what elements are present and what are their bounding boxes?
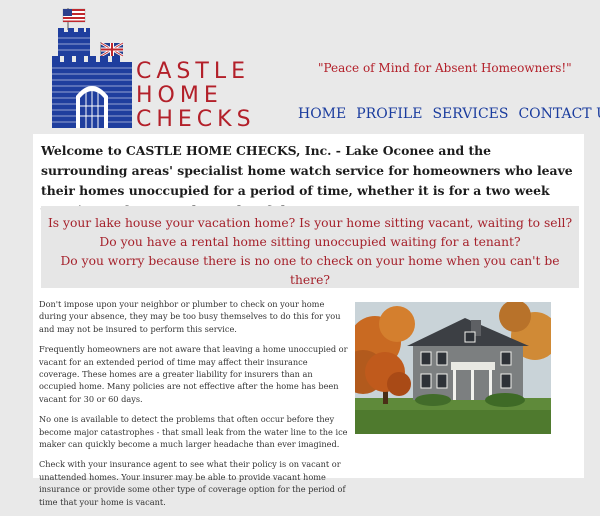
house-photo-icon [355, 302, 551, 434]
paragraph-problems: No one is available to detect the proble… [39, 414, 348, 450]
question-callout: Is your lake house your vacation home? I… [41, 206, 579, 288]
callout-line-1: Is your lake house your vacation home? I… [47, 216, 573, 230]
nav-profile[interactable]: PROFILE [356, 106, 422, 122]
castle-logo-icon[interactable] [46, 6, 146, 130]
callout-line-3: Do you worry because there is no one to … [60, 254, 560, 287]
paragraph-insurance: Frequently homeowners are not aware that… [39, 344, 348, 404]
main-content: Welcome to CASTLE HOME CHECKS, Inc. - La… [33, 134, 584, 507]
body-text: Don't impose upon your neighbor or plumb… [39, 298, 349, 516]
brand-line-castle: CASTLE [136, 59, 250, 84]
brand-line-checks: CHECKS [136, 107, 256, 132]
tagline: "Peace of Mind for Absent Homeowners!" [318, 61, 572, 75]
brand-line-home: HOME [136, 83, 223, 108]
nav-home[interactable]: HOME [298, 106, 346, 122]
paragraph-agent: Check with your insurance agent to see w… [39, 459, 346, 507]
site-header: CASTLE HOME CHECKS "Peace of Mind for Ab… [0, 0, 600, 132]
callout-line-2: Do you have a rental home sitting unoccu… [99, 235, 521, 249]
main-nav: HOME PROFILE SERVICES CONTACT US [298, 106, 600, 122]
brand-wordmark[interactable]: CASTLE HOME CHECKS [136, 60, 256, 132]
paragraph-neighbor: Don't impose upon your neighbor or plumb… [39, 299, 341, 334]
nav-services[interactable]: SERVICES [432, 106, 508, 122]
nav-contact-us[interactable]: CONTACT US [518, 106, 600, 122]
